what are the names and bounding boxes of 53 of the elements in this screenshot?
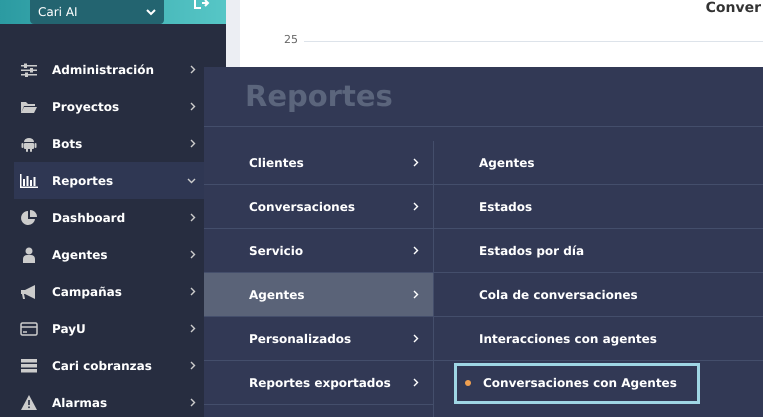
- report-link[interactable]: Cola de conversaciones: [434, 273, 763, 317]
- report-category[interactable]: Personalizados: [204, 317, 433, 361]
- chart-title: Conver: [706, 0, 761, 16]
- chevron-down-icon: [187, 178, 196, 184]
- report-category[interactable]: Clientes: [204, 141, 433, 185]
- chevron-right-icon: [413, 290, 419, 299]
- chevron-right-icon: [190, 287, 196, 296]
- report-category[interactable]: Reportes exportados: [204, 361, 433, 405]
- bullet-icon: [465, 380, 471, 386]
- chevron-right-icon: [190, 65, 196, 74]
- chevron-right-icon: [190, 361, 196, 370]
- warning-icon: [21, 395, 37, 410]
- chevron-down-icon: [146, 8, 156, 16]
- chevron-right-icon: [190, 250, 196, 259]
- chevron-right-icon: [190, 139, 196, 148]
- megaphone-icon: [20, 284, 38, 298]
- report-category[interactable]: Agentes: [204, 273, 433, 317]
- chevron-right-icon: [413, 246, 419, 255]
- server-icon: [21, 358, 37, 372]
- user-icon: [22, 246, 36, 262]
- chevron-right-icon: [190, 102, 196, 111]
- pie-chart-icon: [21, 210, 37, 226]
- chevron-right-icon: [413, 334, 419, 343]
- account-select[interactable]: Cari AI: [30, 0, 164, 24]
- credit-card-icon: [20, 322, 38, 336]
- report-link[interactable]: Interacciones con agentes: [434, 317, 763, 361]
- chevron-right-icon: [413, 158, 419, 167]
- chevron-right-icon: [413, 378, 419, 387]
- chevron-right-icon: [413, 202, 419, 211]
- chevron-right-icon: [190, 398, 196, 407]
- folder-icon: [21, 100, 37, 114]
- bar-chart-icon: [20, 174, 38, 188]
- sidebar-item[interactable]: Bots: [14, 125, 204, 162]
- report-category[interactable]: Conversaciones: [204, 185, 433, 229]
- sliders-icon: [21, 62, 37, 76]
- chevron-right-icon: [190, 213, 196, 222]
- sidebar-item[interactable]: Agentes: [14, 236, 204, 273]
- report-link[interactable]: Agentes: [434, 141, 763, 185]
- sidebar-item[interactable]: Reportes: [14, 162, 204, 199]
- sidebar-item[interactable]: Proyectos: [14, 88, 204, 125]
- sidebar-item[interactable]: Cari cobranzas: [14, 347, 204, 384]
- report-link[interactable]: Estados por día: [434, 229, 763, 273]
- chevron-right-icon: [190, 324, 196, 333]
- sidebar-item[interactable]: Dashboard: [14, 199, 204, 236]
- axis-tick-label: 25: [284, 33, 298, 46]
- report-link[interactable]: Conversaciones con Agentes: [454, 362, 700, 404]
- sidebar-item[interactable]: Administración: [14, 51, 204, 88]
- sidebar-item[interactable]: Alarmas: [14, 384, 204, 417]
- sidebar-item[interactable]: PayU: [14, 310, 204, 347]
- android-icon: [21, 136, 37, 152]
- report-link[interactable]: Estados: [434, 185, 763, 229]
- logout-icon[interactable]: [194, 0, 210, 12]
- sidebar-item[interactable]: Campañas: [14, 273, 204, 310]
